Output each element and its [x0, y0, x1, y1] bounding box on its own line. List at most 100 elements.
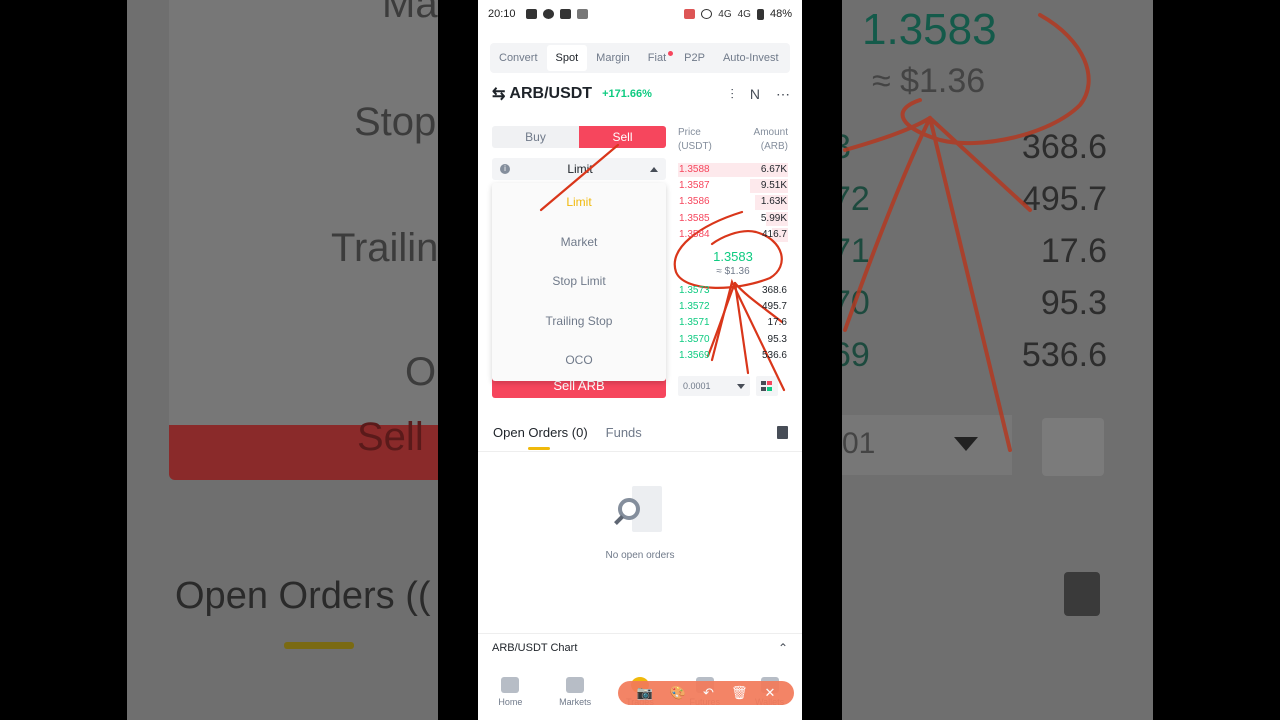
- tab-open-orders[interactable]: Open Orders (0): [493, 425, 588, 440]
- trade-tabs: Convert Spot Margin Fiat P2P Auto-Invest: [490, 43, 790, 73]
- status-time: 20:10: [488, 8, 516, 20]
- ask-row[interactable]: 1.3587 9.51K: [678, 178, 788, 194]
- background-price: 1.3583: [862, 5, 997, 54]
- more-icon[interactable]: ⋯: [776, 86, 790, 103]
- last-price[interactable]: 1.3583 ≈ $1.36: [678, 243, 788, 283]
- row-price: 1.3570: [679, 333, 710, 345]
- background-usd: ≈ $1.36: [872, 62, 986, 100]
- chevron-down-icon: [737, 383, 745, 389]
- info-icon[interactable]: i: [500, 164, 510, 174]
- order-type-dropdown: Limit Market Stop Limit Trailing Stop OC…: [492, 183, 666, 381]
- background-underline: [284, 642, 354, 649]
- row-amount: 368.6: [761, 284, 787, 296]
- palette-icon[interactable]: 🎨: [670, 685, 686, 701]
- background-amount: 536.6: [1021, 336, 1107, 374]
- background-sell-bar: Sell: [169, 415, 438, 480]
- bid-row[interactable]: 1.3571 17.6: [678, 315, 788, 331]
- tab-auto-invest[interactable]: Auto-Invest: [714, 45, 788, 71]
- background-amount: 95.3: [1040, 284, 1107, 322]
- empty-state: No open orders: [478, 484, 802, 561]
- option-oco[interactable]: OCO: [492, 341, 666, 381]
- nav-home[interactable]: Home: [480, 677, 540, 707]
- search-document-icon: [612, 484, 668, 534]
- sell-tab[interactable]: Sell: [579, 126, 666, 148]
- option-limit[interactable]: Limit: [492, 183, 666, 223]
- background-text: O: [405, 350, 437, 394]
- row-amount: 95.3: [767, 333, 787, 345]
- background-text: Open Orders ((: [175, 575, 431, 617]
- option-market[interactable]: Market: [492, 223, 666, 263]
- row-price: 1.3586: [679, 196, 710, 208]
- close-icon[interactable]: ✕: [765, 685, 776, 701]
- depth-icon-cell: [767, 380, 772, 385]
- ask-row[interactable]: 1.3584 416.7: [678, 227, 788, 243]
- tab-spot[interactable]: Spot: [546, 45, 588, 71]
- row-amount: 416.7: [761, 228, 787, 240]
- bid-list: 1.3573 368.6 1.3572 495.7 1.3571 17.6 1.3570 95…: [678, 283, 788, 364]
- background-right: 1.3583 ≈ $1.36 3 72 71 70 69 368.6 495.7…: [842, 0, 1153, 720]
- row-price: 1.3585: [679, 212, 710, 224]
- row-amount: 495.7: [761, 301, 787, 313]
- order-book: Price (USDT) Amount (ARB) 1.3588 6.67K 1.358…: [678, 126, 788, 396]
- bid-row[interactable]: 1.3572 495.7: [678, 299, 788, 315]
- row-price: 1.3587: [679, 180, 710, 192]
- depth-icon-cell: [761, 380, 766, 385]
- depth-view-icon[interactable]: [756, 375, 778, 396]
- pair-name[interactable]: ARB/USDT: [509, 85, 592, 103]
- bid-row[interactable]: 1.3573 368.6: [678, 283, 788, 299]
- background-left: Ma Stop Trailin O Sell Open Orders ((: [127, 0, 438, 720]
- background-amount: 368.6: [1021, 128, 1107, 166]
- tick-size-select[interactable]: 0.0001: [678, 375, 750, 396]
- background-caret: [954, 437, 978, 451]
- chart-toggle-bar[interactable]: ARB/USDT Chart ⌃: [478, 633, 802, 661]
- ask-row[interactable]: 1.3585 5.99K: [678, 211, 788, 227]
- background-text: Ma: [382, 0, 438, 26]
- nav-markets[interactable]: Markets: [545, 677, 605, 707]
- cast-icon: [684, 9, 696, 19]
- pro-mode-icon[interactable]: N: [750, 86, 760, 103]
- camera-icon[interactable]: 📷: [637, 685, 653, 701]
- notification-dot: [668, 51, 674, 56]
- row-price: 1.3572: [679, 301, 710, 313]
- order-type-value: Limit: [567, 162, 593, 176]
- candlestick-icon[interactable]: ⫶: [730, 86, 734, 103]
- tab-fiat[interactable]: Fiat: [639, 45, 675, 71]
- row-amount: 9.51K: [760, 180, 787, 192]
- depth-icon-cell: [761, 386, 766, 391]
- bid-row[interactable]: 1.3569 536.6: [678, 348, 788, 364]
- status-system-icons: 4G 4G 48%: [684, 8, 792, 20]
- price-header: Price: [678, 127, 701, 138]
- background-amount: 495.7: [1021, 180, 1107, 218]
- depth-icon-cell: [767, 386, 772, 391]
- option-trailing-stop[interactable]: Trailing Stop: [492, 302, 666, 342]
- ask-row[interactable]: 1.3586 1.63K: [678, 194, 788, 210]
- trash-icon[interactable]: 🗑: [731, 685, 748, 701]
- caret-up-icon: [650, 166, 658, 172]
- background-text: Stop: [354, 100, 437, 144]
- tab-p2p[interactable]: P2P: [675, 45, 714, 71]
- chevron-up-icon: ⌃: [777, 640, 788, 655]
- order-type-select[interactable]: i Limit: [492, 158, 666, 180]
- order-book-header: Price (USDT) Amount (ARB): [678, 126, 788, 154]
- battery-percent: 48%: [769, 8, 792, 20]
- option-stop-limit[interactable]: Stop Limit: [492, 262, 666, 302]
- last-price-usd: ≈ $1.36: [716, 265, 750, 277]
- ask-row[interactable]: 1.3588 6.67K: [678, 162, 788, 178]
- ask-list: 1.3588 6.67K 1.3587 9.51K 1.3586 1.63K 1.3585 5…: [678, 162, 788, 243]
- undo-icon[interactable]: ↶: [703, 685, 714, 701]
- row-amount: 6.67K: [760, 164, 787, 175]
- tab-funds[interactable]: Funds: [606, 425, 642, 440]
- swap-icon[interactable]: ⇆: [492, 84, 505, 104]
- order-history-icon[interactable]: [777, 426, 788, 439]
- empty-state-text: No open orders: [605, 550, 675, 561]
- phone-screen: 20:10 4G 4G 48% Convert Spot Margin Fiat…: [478, 0, 802, 720]
- active-tab-indicator: [528, 447, 550, 450]
- square-icon: [559, 9, 571, 19]
- background-card: [169, 0, 438, 430]
- buy-tab[interactable]: Buy: [492, 126, 579, 148]
- tab-margin[interactable]: Margin: [587, 45, 639, 71]
- tab-convert[interactable]: Convert: [490, 45, 547, 71]
- network-4g-label: 4G: [737, 8, 751, 20]
- bid-row[interactable]: 1.3570 95.3: [678, 332, 788, 348]
- row-price: 1.3569: [679, 349, 710, 361]
